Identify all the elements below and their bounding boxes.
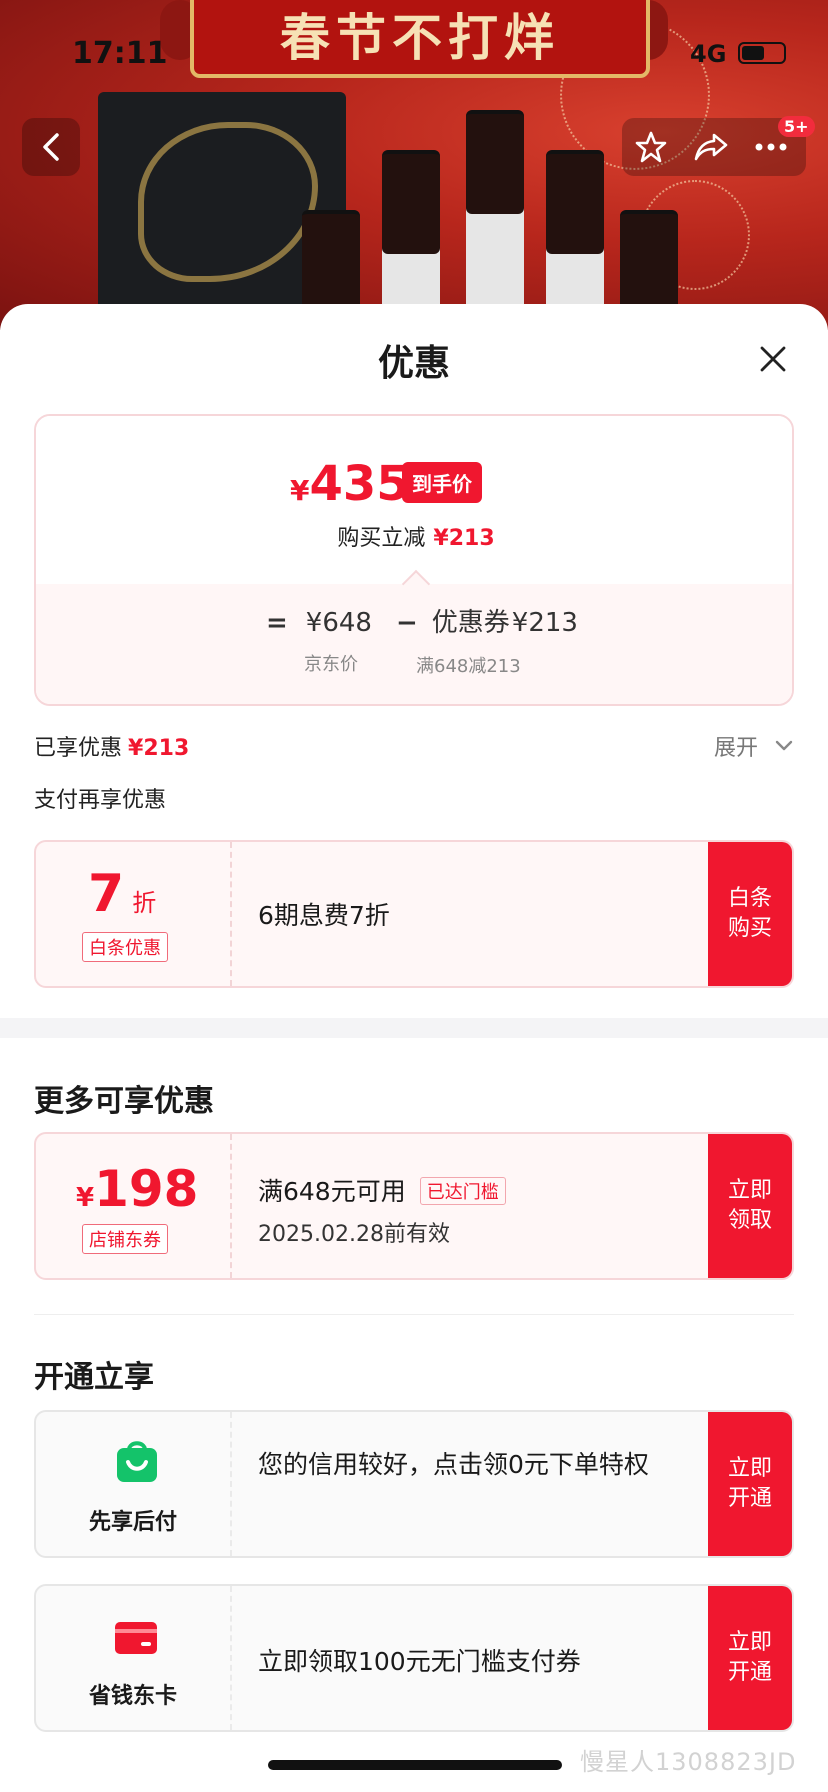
reduce-line: 购买立减 ¥213	[337, 526, 495, 551]
price-formula: = ¥648− 优惠券¥213	[266, 608, 578, 638]
saving-card-name: 省钱东卡	[88, 1684, 177, 1709]
pay-later-text: 您的信用较好，点击领0元下单特权	[258, 1450, 649, 1479]
section-gap	[0, 1018, 828, 1038]
sheet-title: 优惠	[377, 343, 450, 384]
enjoyed-discount: 已享优惠 ¥213	[34, 736, 190, 761]
star-icon	[635, 131, 667, 163]
coupon-rule: 满648减213	[416, 656, 521, 677]
open-saving-card-button[interactable]: 立即开通	[708, 1586, 792, 1730]
festival-banner: 春节不打烊	[190, 0, 650, 78]
close-icon	[760, 346, 786, 372]
back-button[interactable]	[22, 118, 80, 176]
store-coupon-card: ¥198 店铺东券 满648元可用 已达门槛 2025.02.28前有效 立即领取	[34, 1132, 794, 1280]
pay-more-label: 支付再享优惠	[34, 788, 167, 813]
final-price: ¥435	[290, 456, 410, 512]
favorite-button[interactable]	[622, 118, 680, 176]
home-indicator[interactable]	[268, 1760, 562, 1770]
open-pay-later-button[interactable]: 立即开通	[708, 1412, 792, 1556]
more-offers-title: 更多可享优惠	[34, 1084, 214, 1119]
saving-card-text: 立即领取100元无门槛支付券	[258, 1647, 581, 1676]
network-indicator: 4G	[690, 40, 727, 68]
claim-coupon-button[interactable]: 立即领取	[708, 1134, 792, 1278]
chevron-left-icon	[43, 133, 59, 161]
price-summary-card: ¥435 到手价 购买立减 ¥213 = ¥648− 优惠券¥213 京东价 满648…	[34, 414, 794, 706]
baitiao-buy-button[interactable]: 白条购买	[708, 842, 792, 986]
baitiao-text: 6期息费7折	[258, 901, 390, 930]
jd-price-label: 京东价	[304, 654, 358, 675]
coupon-expiry: 2025.02.28前有效	[258, 1222, 450, 1247]
discount-value: 7折	[88, 864, 157, 924]
saving-card: 省钱东卡 立即领取100元无门槛支付券 立即开通	[34, 1584, 794, 1732]
message-badge: 5+	[778, 116, 815, 137]
more-dots-icon	[755, 143, 787, 151]
battery-icon	[738, 42, 786, 64]
share-icon	[694, 133, 728, 161]
chevron-down-icon[interactable]	[774, 738, 794, 754]
close-button[interactable]	[754, 340, 792, 378]
baitiao-offer-card: 7折 白条优惠 6期息费7折 白条购买	[34, 840, 794, 988]
share-button[interactable]	[682, 118, 740, 176]
coupon-condition: 满648元可用 已达门槛	[258, 1172, 506, 1208]
open-enjoy-title: 开通立享	[34, 1360, 154, 1395]
final-price-tag: 到手价	[402, 462, 482, 503]
watermark: 慢星人1308823JD	[580, 1748, 797, 1776]
shopping-bag-icon	[117, 1441, 157, 1482]
discount-sheet: 优惠 ¥435 到手价 购买立减 ¥213 = ¥648− 优惠券¥213 京东价 满…	[0, 304, 828, 1792]
coupon-value: ¥198	[76, 1160, 199, 1218]
status-time: 17:11	[72, 36, 168, 71]
expand-button[interactable]: 展开	[714, 730, 758, 762]
pay-later-name: 先享后付	[88, 1510, 177, 1535]
pay-later-card: 先享后付 您的信用较好，点击领0元下单特权 立即开通	[34, 1410, 794, 1558]
store-coupon-tag: 店铺东券	[82, 1224, 168, 1254]
card-icon	[115, 1622, 157, 1654]
baitiao-tag: 白条优惠	[82, 932, 168, 962]
threshold-reached-tag: 已达门槛	[419, 1177, 506, 1205]
